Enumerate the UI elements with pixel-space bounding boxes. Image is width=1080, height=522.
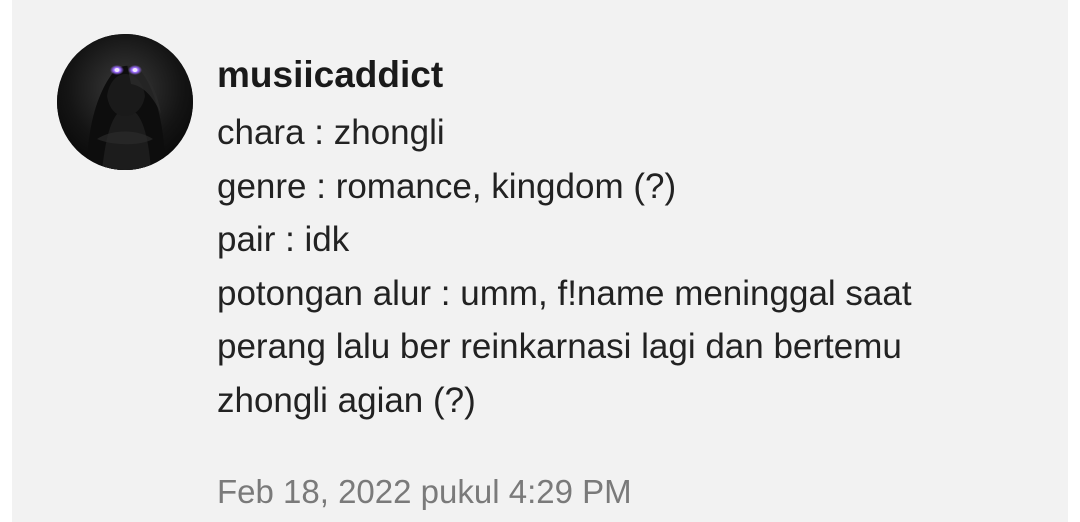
comment-line: pair : idk [217, 220, 350, 259]
comment-line: genre : romance, kingdom (?) [217, 166, 677, 206]
comment-line: zhongli agian (?) [217, 380, 476, 420]
comment-timestamp: Feb 18, 2022 pukul 4:29 PM [217, 473, 632, 510]
comment-line: chara : zhongli [217, 113, 445, 152]
avatar[interactable] [57, 34, 193, 170]
comment-line: perang lalu ber reinkarnasi lagi dan ber… [217, 327, 902, 366]
comment-content: musiicaddict chara : zhongli genre : rom… [217, 50, 1037, 427]
comment-line: potongan alur : umm, f!name meninggal sa… [217, 273, 912, 313]
comment-card: musiicaddict chara : zhongli genre : rom… [12, 0, 1068, 522]
user-avatar-icon [57, 34, 193, 170]
username[interactable]: musiicaddict [217, 50, 1037, 100]
